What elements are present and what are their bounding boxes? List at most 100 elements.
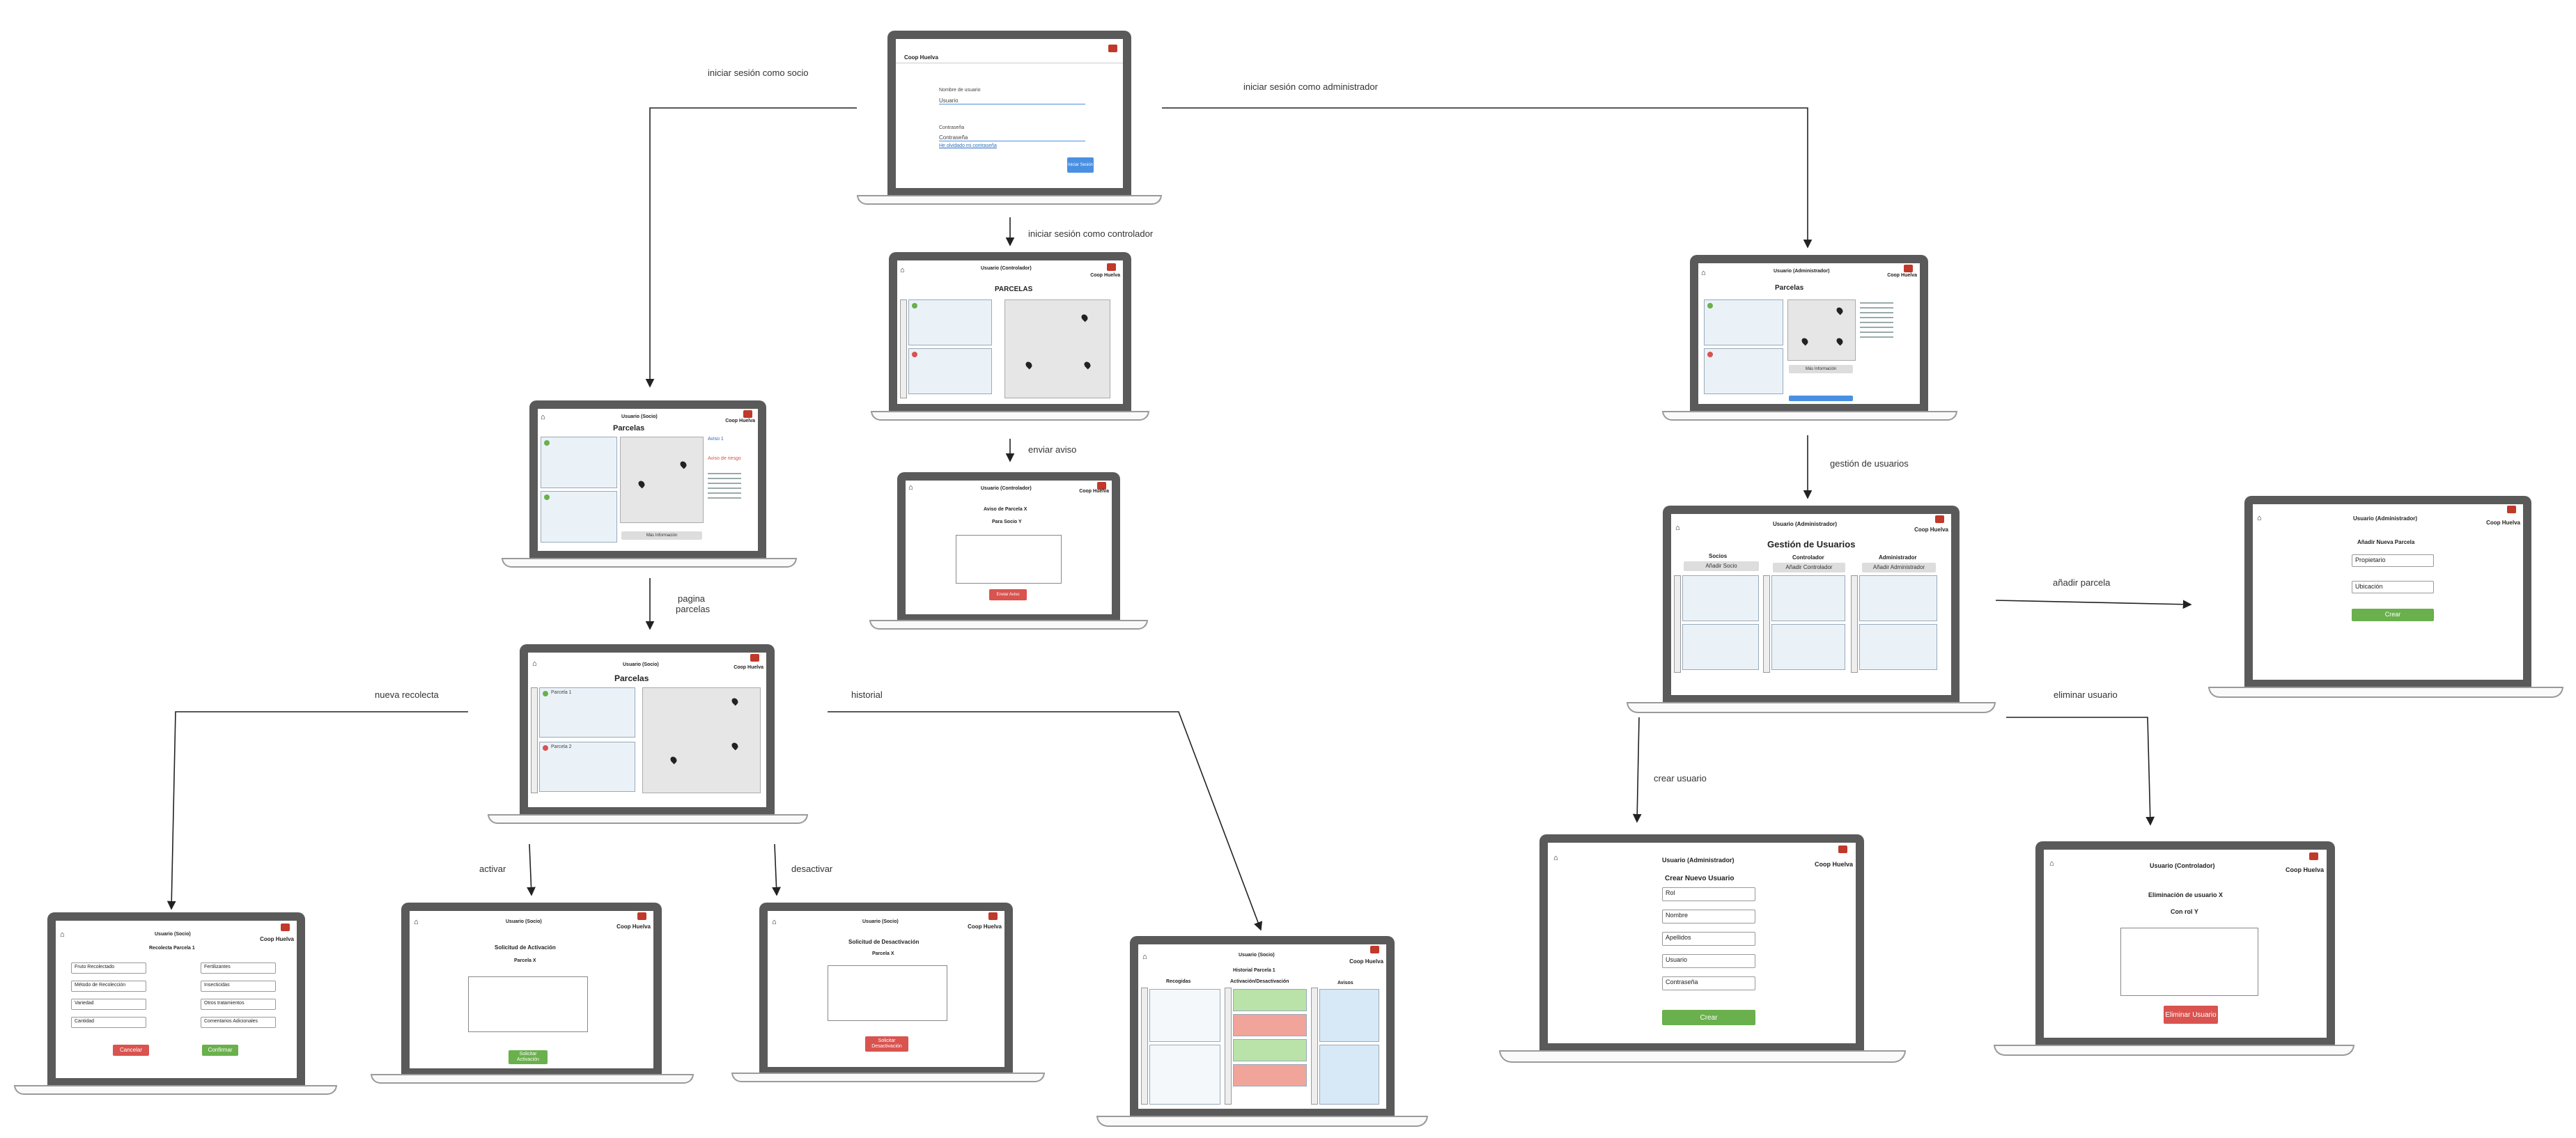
brand: Coop Huelva <box>260 936 294 942</box>
page-title: Historial Parcela 1 <box>1233 968 1275 973</box>
home-icon[interactable]: ⌂ <box>2049 859 2054 868</box>
logo-icon <box>1107 263 1116 271</box>
home-icon[interactable]: ⌂ <box>1553 854 1558 862</box>
user-card[interactable] <box>1771 575 1845 621</box>
aviso-item[interactable] <box>1319 1045 1379 1105</box>
notification-item[interactable]: Aviso de riesgo <box>708 456 741 461</box>
surname-input[interactable]: Apellidos <box>1662 932 1755 946</box>
parcela-card[interactable] <box>1704 299 1783 345</box>
user-card[interactable] <box>1859 575 1937 621</box>
logo-icon <box>743 410 752 418</box>
request-activation-button[interactable]: Solicitar Activación <box>509 1050 548 1064</box>
owner-input[interactable]: Propietario <box>2352 554 2434 567</box>
aviso-title: Aviso de Parcela X <box>984 507 1027 512</box>
parcela-card[interactable] <box>1704 348 1783 394</box>
insecticide-select[interactable]: Insecticidas <box>201 981 276 992</box>
home-icon[interactable]: ⌂ <box>532 660 537 668</box>
forgot-link[interactable]: He olvidado mi contraseña <box>939 143 997 148</box>
user-card[interactable] <box>1682 575 1759 621</box>
parcela-card[interactable]: Parcela 1 <box>539 687 635 738</box>
request-deactivation-button[interactable]: Solicitar Desactivación <box>865 1036 908 1052</box>
delete-user-button[interactable]: Eliminar Usuario <box>2164 1006 2218 1024</box>
request-title: Solicitud de Desactivación <box>848 939 920 945</box>
label-parcelas: parcelas <box>676 604 711 614</box>
home-icon[interactable]: ⌂ <box>1675 524 1680 532</box>
parcela-card[interactable] <box>541 491 617 543</box>
name-input[interactable]: Nombre <box>1662 910 1755 923</box>
cancel-button[interactable]: Cancelar <box>113 1045 149 1056</box>
home-icon[interactable]: ⌂ <box>772 918 777 926</box>
create-user-button[interactable]: Crear <box>1662 1010 1755 1025</box>
notification-item[interactable]: Aviso 1 <box>708 437 724 442</box>
comments-input[interactable]: Comentarios Adicionales <box>201 1017 276 1028</box>
home-icon[interactable]: ⌂ <box>908 483 913 492</box>
arrow-recolecta <box>166 711 468 910</box>
parcela-name: Parcela 1 <box>551 690 572 695</box>
activation-item[interactable] <box>1233 989 1307 1011</box>
method-select[interactable]: Método de Recolección <box>71 981 146 992</box>
parcela-card[interactable] <box>908 348 992 394</box>
map[interactable] <box>1004 299 1110 398</box>
user-card[interactable] <box>1859 624 1937 670</box>
user-card[interactable] <box>1682 624 1759 670</box>
screen-login: Coop Huelva Nombre de usuario Usuario Co… <box>896 39 1123 188</box>
delete-reason-textarea[interactable] <box>2120 928 2258 996</box>
home-icon[interactable]: ⌂ <box>541 413 545 421</box>
username-input[interactable]: Usuario <box>1662 954 1755 968</box>
home-icon[interactable]: ⌂ <box>414 918 419 926</box>
arrow-desactivar <box>772 843 781 896</box>
map[interactable] <box>620 437 704 523</box>
login-button[interactable]: Iniciar Sesión <box>1067 157 1094 173</box>
home-icon[interactable]: ⌂ <box>60 930 65 939</box>
create-parcela-button[interactable]: Crear <box>2352 609 2434 621</box>
deactivation-item[interactable] <box>1233 1064 1307 1086</box>
parcela-card[interactable] <box>908 299 992 345</box>
add-controlador-button[interactable]: Añadir Controlador <box>1773 563 1845 572</box>
message-textarea[interactable] <box>956 535 1062 584</box>
action-button[interactable] <box>1789 396 1853 401</box>
send-aviso-button[interactable]: Enviar Aviso <box>989 589 1027 600</box>
add-socio-button[interactable]: Añadir Socio <box>1684 561 1759 571</box>
column-recogidas: Recogidas <box>1166 979 1191 984</box>
request-textarea[interactable] <box>468 976 588 1032</box>
history-item[interactable] <box>1149 1045 1220 1105</box>
brand: Coop Huelva <box>725 419 755 423</box>
arrow-socio <box>645 107 857 388</box>
parcela-card[interactable] <box>541 437 617 488</box>
home-icon[interactable]: ⌂ <box>2257 514 2262 522</box>
home-icon[interactable]: ⌂ <box>1701 269 1706 277</box>
map[interactable] <box>642 687 761 793</box>
form-title: Añadir Nueva Parcela <box>2357 539 2415 545</box>
password-input[interactable]: Contraseña <box>1662 976 1755 990</box>
brand: Coop Huelva <box>2285 866 2324 873</box>
parcela-card[interactable]: Parcela 2 <box>539 742 635 792</box>
user-input[interactable]: Usuario <box>939 98 1085 104</box>
variety-input[interactable]: Variedad <box>71 999 146 1010</box>
confirm-button[interactable]: Confirmar <box>202 1045 238 1056</box>
brand: Coop Huelva <box>968 923 1002 930</box>
label-desactivar: desactivar <box>791 864 833 874</box>
more-info-button[interactable]: Más Información <box>1789 365 1853 373</box>
quantity-input[interactable]: Cantidad <box>71 1017 146 1028</box>
brand: Coop Huelva <box>1090 273 1120 278</box>
pass-input[interactable]: Contraseña <box>939 134 1085 141</box>
user-card[interactable] <box>1771 624 1845 670</box>
request-textarea[interactable] <box>828 965 947 1021</box>
location-input[interactable]: Ubicación <box>2352 581 2434 593</box>
role-select[interactable]: Rol <box>1662 887 1755 901</box>
deactivation-item[interactable] <box>1233 1014 1307 1036</box>
fruit-select[interactable]: Fruto Recolectado <box>71 962 146 974</box>
home-icon[interactable]: ⌂ <box>900 266 905 274</box>
home-icon[interactable]: ⌂ <box>1142 953 1147 961</box>
aviso-item[interactable] <box>1319 989 1379 1042</box>
fertilizer-select[interactable]: Fertilizantes <box>201 962 276 974</box>
more-info-button[interactable]: Más Información <box>621 531 702 540</box>
activation-item[interactable] <box>1233 1039 1307 1061</box>
history-item[interactable] <box>1149 989 1220 1042</box>
form-title: Crear Nuevo Usuario <box>1665 875 1735 882</box>
add-administrador-button[interactable]: Añadir Administrador <box>1862 563 1936 572</box>
request-subtitle: Parcela X <box>872 951 894 956</box>
map[interactable] <box>1787 299 1856 361</box>
other-treatments-input[interactable]: Otros tratamientos <box>201 999 276 1010</box>
logo-icon <box>2507 506 2516 513</box>
